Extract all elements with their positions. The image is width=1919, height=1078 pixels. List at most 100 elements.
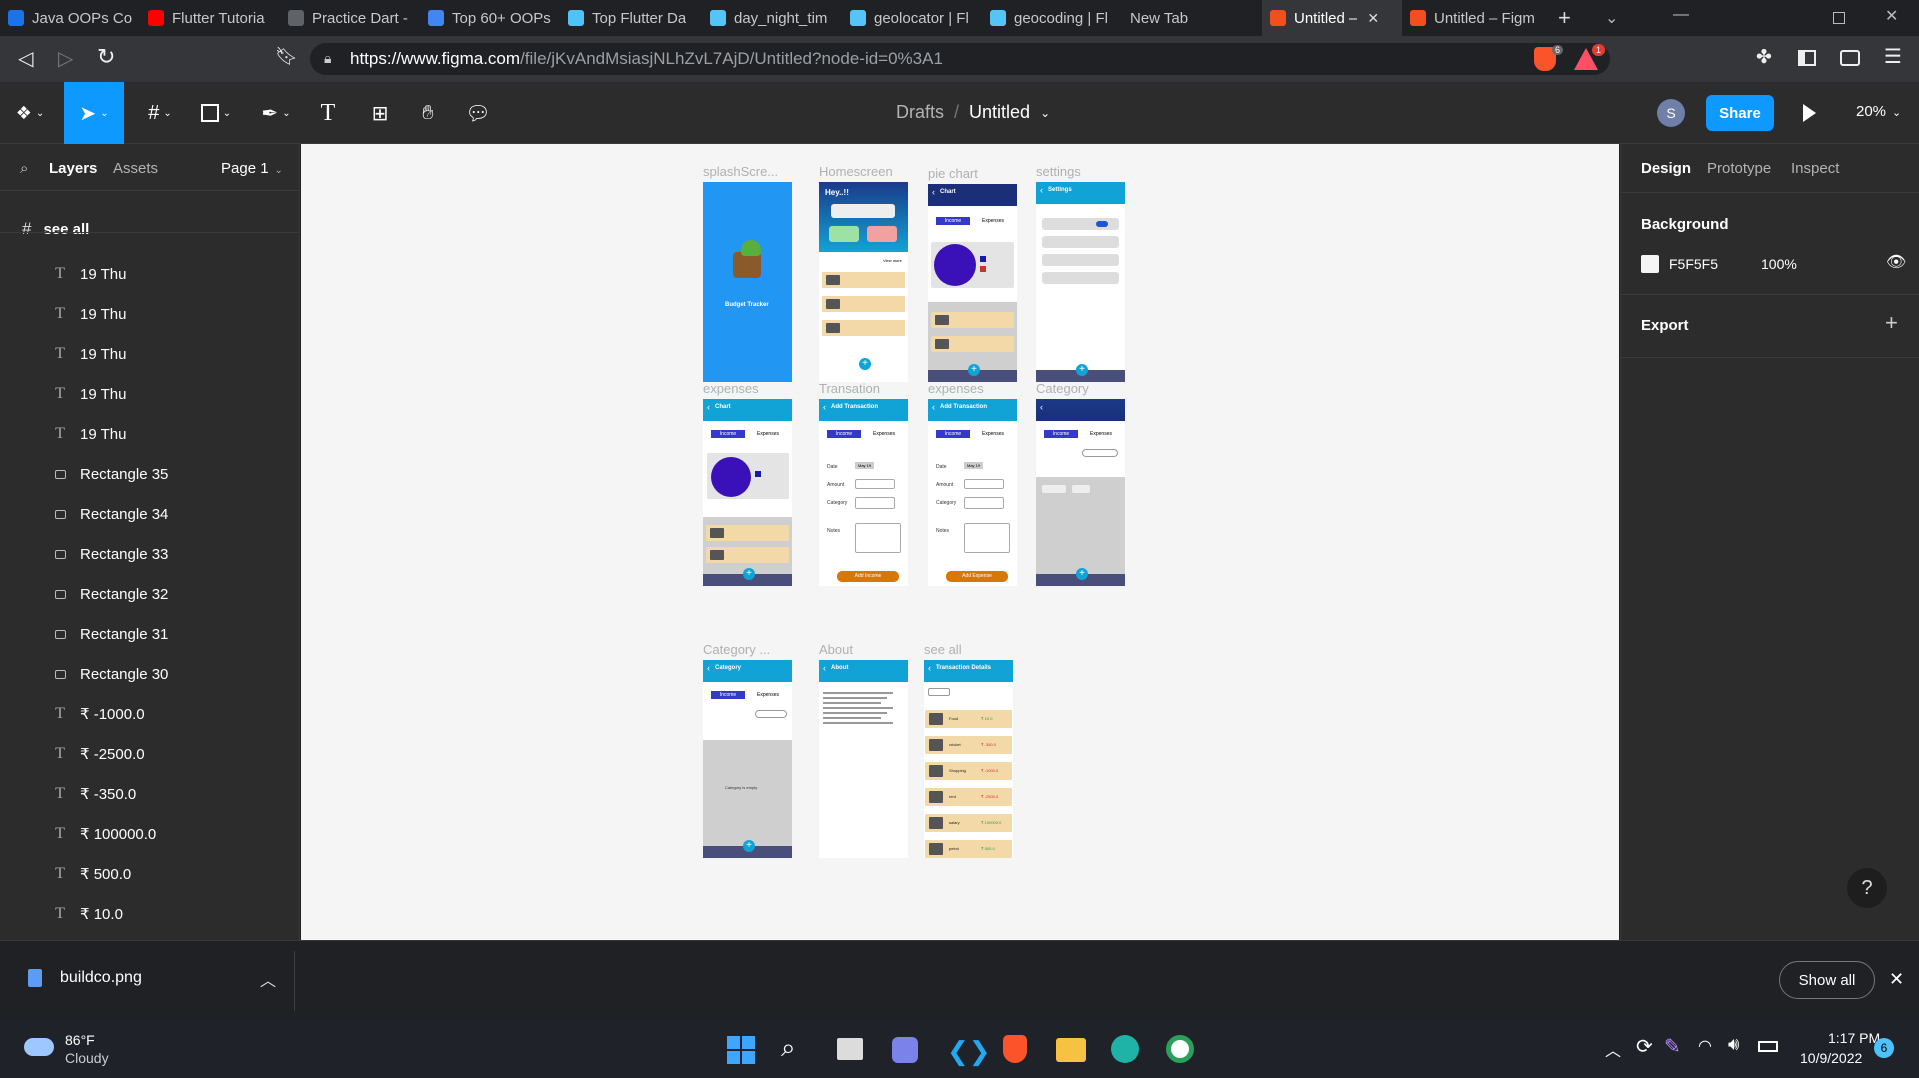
layer-row[interactable]: Rectangle 33 (0, 534, 300, 574)
frame-label[interactable]: Category (1036, 381, 1089, 396)
new-tab-icon[interactable]: + (1558, 5, 1571, 31)
frame-label[interactable]: pie chart (928, 166, 978, 181)
filter-dropdown[interactable] (928, 688, 950, 696)
breadcrumb-drafts[interactable]: Drafts (896, 102, 944, 123)
add-button[interactable]: Add Expense (946, 571, 1008, 582)
wifi-icon[interactable]: ◠ (1698, 1036, 1712, 1056)
forward-icon[interactable]: ▷ (58, 46, 73, 71)
frame-label[interactable]: Homescreen (819, 164, 893, 179)
settings-item[interactable] (1042, 254, 1119, 266)
url-field[interactable]: 🔒︎ https://www.figma.com/file/jKvAndMsia… (310, 43, 1610, 75)
background-color-swatch[interactable] (1641, 255, 1659, 273)
snipping-tool-icon[interactable] (1166, 1035, 1194, 1063)
page-selector[interactable]: Page 1 ⌄ (221, 160, 283, 177)
frame-label[interactable]: About (819, 642, 853, 657)
layer-row[interactable]: T ₹ 100000.0 (0, 814, 300, 854)
add-button[interactable]: Add Income (837, 571, 899, 582)
text-tool-icon[interactable]: T (310, 82, 346, 144)
background-opacity[interactable]: 100% (1761, 256, 1797, 272)
design-canvas[interactable]: splashScre... Budget Tracker Homescreen Hey… (301, 144, 1619, 940)
browser-tab[interactable]: Top 60+ OOPs (420, 0, 560, 36)
pen-tool-icon[interactable]: ✒ ⌄ (252, 82, 300, 144)
layer-row[interactable]: Rectangle 35 (0, 454, 300, 494)
figma-main-menu-icon[interactable]: ❖ ⌄ (8, 82, 52, 144)
frame-label[interactable]: settings (1036, 164, 1081, 179)
clock-date[interactable]: 10/9/2022 (1800, 1050, 1862, 1066)
minimize-icon[interactable]: — (1673, 6, 1689, 24)
frame-add_income[interactable]: ‹ Add Transaction Income Expenses Date May 19… (819, 399, 908, 586)
layer-row[interactable]: T 19 Thu (0, 374, 300, 414)
zoom-dropdown[interactable]: 20% ⌄ (1856, 103, 1901, 120)
layer-row[interactable]: T ₹ 500.0 (0, 854, 300, 894)
frame-label[interactable]: expenses (703, 381, 759, 396)
tab-design[interactable]: Design (1641, 160, 1691, 177)
search-icon[interactable]: ⌕ (20, 160, 28, 177)
brave-browser-icon[interactable] (1003, 1035, 1027, 1063)
edge-icon[interactable] (1111, 1035, 1139, 1063)
layer-row[interactable]: T 19 Thu (0, 294, 300, 334)
notes-input[interactable] (964, 523, 1010, 553)
layer-row[interactable]: Rectangle 32 (0, 574, 300, 614)
restore-icon[interactable] (1833, 12, 1845, 24)
layer-row[interactable]: T 19 Thu (0, 414, 300, 454)
amount-input[interactable] (855, 479, 895, 489)
vscode-icon[interactable]: ❮❯ (947, 1036, 991, 1067)
help-button[interactable]: ? (1847, 868, 1887, 908)
chevron-up-icon[interactable]: ︿ (260, 967, 276, 991)
tab-search-icon[interactable]: ⌄ (1605, 8, 1618, 28)
layer-row[interactable]: T 19 Thu (0, 254, 300, 294)
download-item[interactable]: buildco.png ︿ (14, 949, 294, 1009)
frame-chart2[interactable]: ‹ Chart Income Expenses + (703, 399, 792, 586)
category-input[interactable] (964, 497, 1004, 509)
layer-row[interactable]: T ₹ -1000.0 (0, 694, 300, 734)
layer-row[interactable]: Rectangle 30 (0, 654, 300, 694)
pen-icon[interactable]: ✎ (1664, 1034, 1681, 1059)
background-hex[interactable]: F5F5F5 (1669, 256, 1718, 272)
extensions-icon[interactable]: ✤ (1756, 46, 1772, 69)
category-input[interactable] (855, 497, 895, 509)
settings-item[interactable] (1042, 236, 1119, 248)
frame-category[interactable]: ‹ Income Expenses + (1036, 399, 1125, 586)
frame-label[interactable]: Category ... (703, 642, 770, 657)
frame-tool-icon[interactable]: # ⌄ (136, 82, 184, 144)
browser-tab[interactable]: day_night_tim (702, 0, 842, 36)
browser-tab[interactable]: Practice Dart - (280, 0, 420, 36)
layer-row[interactable]: Rectangle 34 (0, 494, 300, 534)
eye-icon[interactable]: 👁︎ (1886, 252, 1906, 272)
notes-input[interactable] (855, 523, 901, 553)
start-icon[interactable] (727, 1036, 755, 1064)
menu-icon[interactable]: ☰ (1884, 44, 1902, 69)
frame-home[interactable]: Hey..!! View more + (819, 182, 908, 382)
resources-tool-icon[interactable]: ⊞ (362, 82, 398, 144)
close-download-bar-icon[interactable]: ✕ (1889, 969, 1904, 990)
browser-tab[interactable]: Flutter Tutoria (140, 0, 280, 36)
battery-icon[interactable] (1758, 1041, 1778, 1052)
frame-splash[interactable]: Budget Tracker (703, 182, 792, 382)
hand-tool-icon[interactable]: ✋︎ (408, 82, 448, 144)
browser-tab[interactable]: geolocator | Fl (842, 0, 982, 36)
layer-row[interactable]: T 19 Thu (0, 334, 300, 374)
close-tab-icon[interactable]: ✕ (1367, 10, 1379, 27)
tab-assets[interactable]: Assets (113, 160, 158, 177)
present-icon[interactable] (1803, 104, 1816, 122)
browser-tab[interactable]: Java OOPs Co (0, 0, 140, 36)
sync-icon[interactable]: ⟳ (1636, 1034, 1653, 1059)
file-explorer-icon[interactable] (1056, 1038, 1086, 1062)
frame-label[interactable]: expenses (928, 381, 984, 396)
move-tool-icon[interactable]: ➤ ⌄ (64, 82, 124, 144)
add-category-chip[interactable] (755, 710, 787, 718)
task-view-icon[interactable] (837, 1038, 863, 1060)
layer-row[interactable]: T ₹ -350.0 (0, 774, 300, 814)
weather-widget[interactable]: 86°F Cloudy (20, 1030, 160, 1070)
tab-layers[interactable]: Layers (49, 160, 97, 177)
show-all-button[interactable]: Show all (1779, 961, 1875, 999)
frame-about[interactable]: ‹ About (819, 660, 908, 858)
clock-time[interactable]: 1:17 PM (1828, 1030, 1880, 1046)
add-export-icon[interactable]: + (1885, 310, 1898, 336)
tab-inspect[interactable]: Inspect (1791, 160, 1839, 177)
back-icon[interactable]: ◁ (18, 46, 33, 71)
frame-chart[interactable]: ‹ Chart Income Expenses + (928, 184, 1017, 382)
frame-label[interactable]: splashScre... (703, 164, 778, 179)
browser-tab[interactable]: Untitled – Figm (1402, 0, 1544, 36)
amount-input[interactable] (964, 479, 1004, 489)
